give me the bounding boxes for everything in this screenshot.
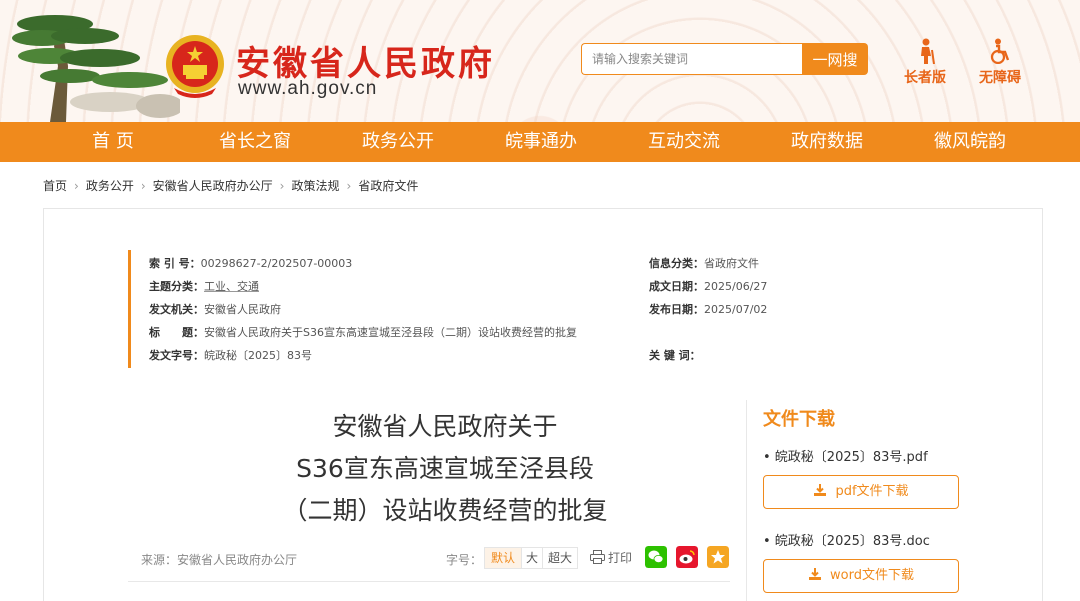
download-icon	[814, 484, 827, 496]
elder-mode-label: 长者版	[904, 70, 946, 86]
breadcrumb-separator: ›	[74, 179, 79, 193]
nav-item-services[interactable]: 皖事通办	[498, 122, 584, 162]
printer-icon	[590, 550, 605, 564]
breadcrumb-documents[interactable]: 省政府文件	[358, 179, 418, 193]
font-size-default-button[interactable]: 默认	[484, 547, 522, 569]
site-header: 安徽省人民政府 www.ah.gov.cn 一网搜 长者版 无障碍	[0, 0, 1080, 122]
document-title-line: 安徽省人民政府关于	[332, 412, 558, 441]
print-label: 打印	[608, 551, 633, 565]
national-emblem-icon	[166, 35, 224, 98]
pine-tree-logo-art	[12, 15, 180, 122]
meta-info-category: 信息分类：省政府文件	[649, 257, 759, 270]
meta-title: 标 题：安徽省人民政府关于S36宣东高速宣城至泾县段（二期）设站收费经营的批复	[149, 326, 577, 339]
nav-item-governor[interactable]: 省长之窗	[212, 122, 298, 162]
site-url: www.ah.gov.cn	[238, 78, 378, 99]
word-download-button[interactable]: word文件下载	[763, 559, 959, 593]
divider	[128, 581, 730, 582]
breadcrumb-separator: ›	[140, 179, 146, 193]
elder-mode-link[interactable]: 长者版	[897, 38, 953, 87]
document-title-line: S36宣东高速宣城至泾县段	[296, 454, 594, 483]
nav-item-gov-affairs[interactable]: 政务公开	[355, 122, 441, 162]
search-button[interactable]: 一网搜	[802, 43, 868, 75]
favorite-star-icon[interactable]	[707, 546, 729, 568]
accessibility-label: 无障碍	[979, 70, 1021, 86]
print-button[interactable]: 打印	[590, 549, 632, 566]
meta-keywords: 关 键 词：	[649, 349, 701, 362]
meta-topic: 主题分类：工业、交通	[149, 280, 259, 293]
pdf-download-label: pdf文件下载	[835, 484, 909, 499]
breadcrumb-home[interactable]: 首页	[43, 179, 67, 193]
main-nav: 首 页 省长之窗 政务公开 皖事通办 互动交流 政府数据 徽风皖韵	[0, 122, 1080, 162]
wheelchair-icon	[990, 38, 1010, 64]
meta-index: 索 引 号：00298627-2/202507-00003	[149, 257, 353, 270]
downloads-title: 文件下载	[763, 409, 835, 430]
breadcrumb-separator: ›	[279, 179, 285, 193]
nav-item-culture[interactable]: 徽风皖韵	[927, 122, 1013, 162]
download-icon	[809, 568, 822, 580]
weibo-share-icon[interactable]	[676, 546, 698, 568]
pdf-download-button[interactable]: pdf文件下载	[763, 475, 959, 509]
breadcrumb-separator: ›	[346, 179, 352, 193]
word-download-label: word文件下载	[830, 568, 914, 583]
wechat-share-icon[interactable]	[645, 546, 667, 568]
meta-created-date: 成文日期：2025/06/27	[649, 280, 768, 293]
breadcrumb-office[interactable]: 安徽省人民政府办公厅	[153, 179, 273, 193]
accessibility-link[interactable]: 无障碍	[972, 38, 1028, 87]
nav-item-interaction[interactable]: 互动交流	[641, 122, 727, 162]
meta-published-date: 发布日期：2025/07/02	[649, 303, 768, 316]
doc-file-name: • 皖政秘〔2025〕83号.doc	[763, 534, 930, 549]
document-source: 来源：安徽省人民政府办公厅	[141, 553, 298, 567]
topic-link[interactable]: 工业、交通	[204, 280, 259, 293]
document-title: 安徽省人民政府关于 S36宣东高速宣城至泾县段 （二期）设站收费经营的批复	[160, 406, 730, 532]
breadcrumb: 首页 › 政务公开 › 安徽省人民政府办公厅 › 政策法规 › 省政府文件	[43, 177, 418, 194]
meta-issuer: 发文机关：安徽省人民政府	[149, 303, 281, 316]
search-box: 一网搜	[581, 43, 868, 75]
font-size-xlarge-button[interactable]: 超大	[542, 547, 578, 569]
font-size-large-button[interactable]: 大	[521, 547, 543, 569]
font-size-label: 字号：	[446, 553, 483, 567]
sidebar-divider	[746, 400, 747, 601]
nav-item-gov-data[interactable]: 政府数据	[784, 122, 870, 162]
pdf-file-name: • 皖政秘〔2025〕83号.pdf	[763, 450, 928, 465]
meta-doc-number: 发文字号：皖政秘〔2025〕83号	[149, 349, 312, 362]
document-title-line: （二期）设站收费经营的批复	[282, 496, 608, 525]
breadcrumb-policies[interactable]: 政策法规	[291, 179, 339, 193]
elder-person-icon	[921, 38, 935, 64]
document-metadata: 索 引 号：00298627-2/202507-00003 信息分类：省政府文件…	[128, 250, 788, 368]
breadcrumb-gov-affairs[interactable]: 政务公开	[86, 179, 134, 193]
search-input[interactable]	[581, 43, 803, 75]
nav-item-home[interactable]: 首 页	[72, 122, 154, 162]
